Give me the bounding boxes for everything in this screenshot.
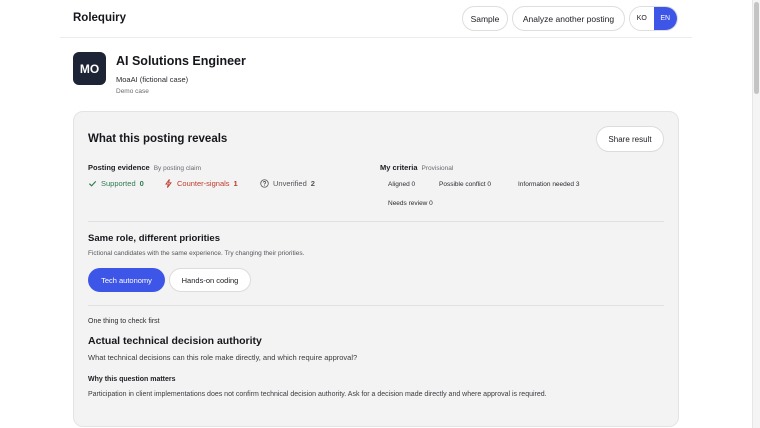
analyze-another-button[interactable]: Analyze another posting: [512, 6, 625, 31]
check-title: Actual technical decision authority: [88, 335, 262, 347]
lightning-icon: [165, 179, 172, 188]
check-first-label: One thing to check first: [88, 318, 160, 325]
company-name: MoaAI (fictional case): [116, 75, 189, 84]
supported-number: 0: [139, 179, 144, 188]
question-circle-icon: [260, 179, 269, 188]
counter-signals-count: Counter-signals 1: [164, 179, 238, 188]
scrollbar-thumb[interactable]: [754, 2, 759, 94]
header-divider: [60, 37, 692, 38]
priority-hands-on-coding[interactable]: Hands-on coding: [169, 268, 251, 292]
criteria-needs-review: Needs review 0: [388, 200, 433, 207]
check-icon: [88, 180, 97, 187]
my-criteria-title: My criteria: [380, 163, 418, 172]
priorities-subtitle: Fictional candidates with the same exper…: [88, 250, 305, 257]
top-bar: Rolequiry Sample Analyze another posting…: [0, 0, 752, 38]
brand-logo[interactable]: Rolequiry: [73, 12, 126, 24]
share-result-button[interactable]: Share result: [596, 126, 664, 152]
posting-evidence-title: Posting evidence: [88, 163, 150, 172]
reveal-card: What this posting reveals Share result P…: [73, 111, 679, 427]
unverified-count: Unverified 2: [260, 179, 315, 188]
demo-tag: Demo case: [116, 88, 149, 95]
priority-tech-autonomy[interactable]: Tech autonomy: [88, 268, 165, 292]
why-label: Why this question matters: [88, 376, 176, 383]
criteria-aligned: Aligned 0: [388, 181, 416, 188]
criteria-information-needed: Information needed 3: [518, 181, 580, 188]
check-question: What technical decisions can this role m…: [88, 353, 358, 362]
page-scrollbar[interactable]: [752, 0, 760, 428]
my-criteria-sub: Provisional: [421, 165, 454, 172]
section-divider: [88, 221, 664, 222]
lang-ko-button[interactable]: KO: [630, 7, 654, 30]
unverified-label: Unverified: [273, 179, 307, 188]
unverified-number: 2: [310, 179, 315, 188]
priorities-title: Same role, different priorities: [88, 233, 220, 244]
sample-button[interactable]: Sample: [462, 6, 508, 31]
language-toggle: KO EN: [629, 6, 678, 31]
section-divider: [88, 305, 664, 306]
lang-en-button[interactable]: EN: [653, 7, 677, 30]
criteria-possible-conflict: Possible conflict 0: [439, 181, 492, 188]
supported-count: Supported 0: [88, 179, 144, 188]
posting-evidence-sub: By posting claim: [153, 165, 202, 172]
reveal-title: What this posting reveals: [88, 133, 228, 145]
my-criteria-label: My criteria Provisional: [380, 163, 453, 172]
counter-signals-label: Counter-signals: [177, 179, 230, 188]
counter-signals-number: 1: [233, 179, 238, 188]
supported-label: Supported: [101, 179, 136, 188]
company-logo: MO: [73, 52, 106, 85]
posting-evidence-label: Posting evidence By posting claim: [88, 163, 201, 172]
job-title: AI Solutions Engineer: [116, 54, 246, 68]
why-text: Participation in client implementations …: [88, 391, 547, 398]
